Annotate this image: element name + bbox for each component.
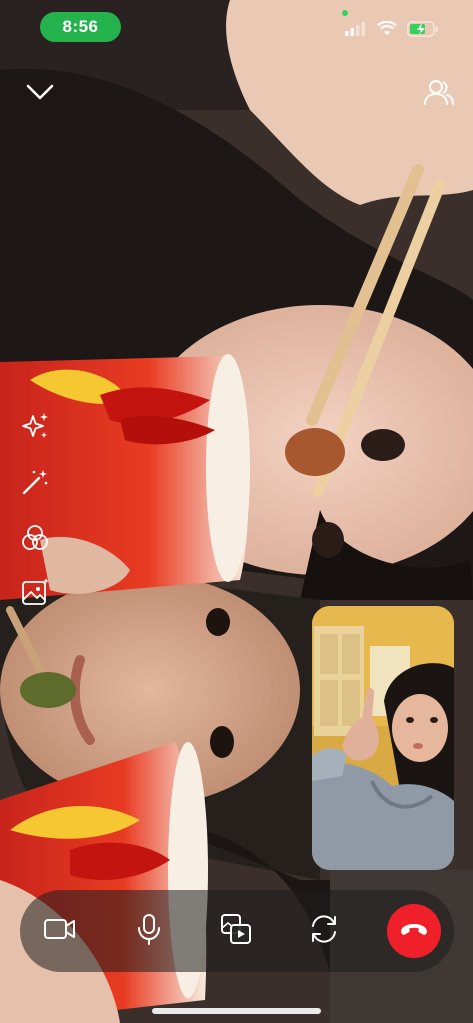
call-controls-bar [20,890,454,972]
camera-toggle-button[interactable] [30,901,90,961]
chevron-down-icon [24,84,56,110]
filters-icon [19,522,51,559]
cellular-signal-icon [345,22,367,41]
status-time: 8:56 [40,12,121,42]
battery-charging-icon [407,21,439,42]
wifi-icon [377,20,397,41]
effects-sparkle-icon [19,410,51,447]
magic-wand-button[interactable] [14,466,56,502]
camera-in-use-indicator [342,10,348,16]
share-screen-button[interactable] [206,901,266,961]
flip-camera-icon [307,914,341,949]
microphone-icon [136,913,162,950]
backgrounds-icon [19,576,51,613]
camera-icon [43,916,77,947]
end-call-icon [399,921,429,942]
flip-camera-button[interactable] [294,901,354,961]
filters-button[interactable] [14,522,56,558]
self-view-video[interactable] [312,606,454,870]
end-call-button[interactable] [387,904,441,958]
status-bar: 8:56 [0,0,473,54]
magic-wand-icon [19,466,51,503]
participants-button[interactable] [422,76,456,110]
effects-button[interactable] [14,410,56,446]
share-screen-icon [219,912,253,951]
home-indicator[interactable] [152,1008,321,1014]
microphone-toggle-button[interactable] [119,901,179,961]
backgrounds-button[interactable] [14,576,56,612]
minimize-call-button[interactable] [24,78,56,106]
participants-icon [422,80,456,114]
